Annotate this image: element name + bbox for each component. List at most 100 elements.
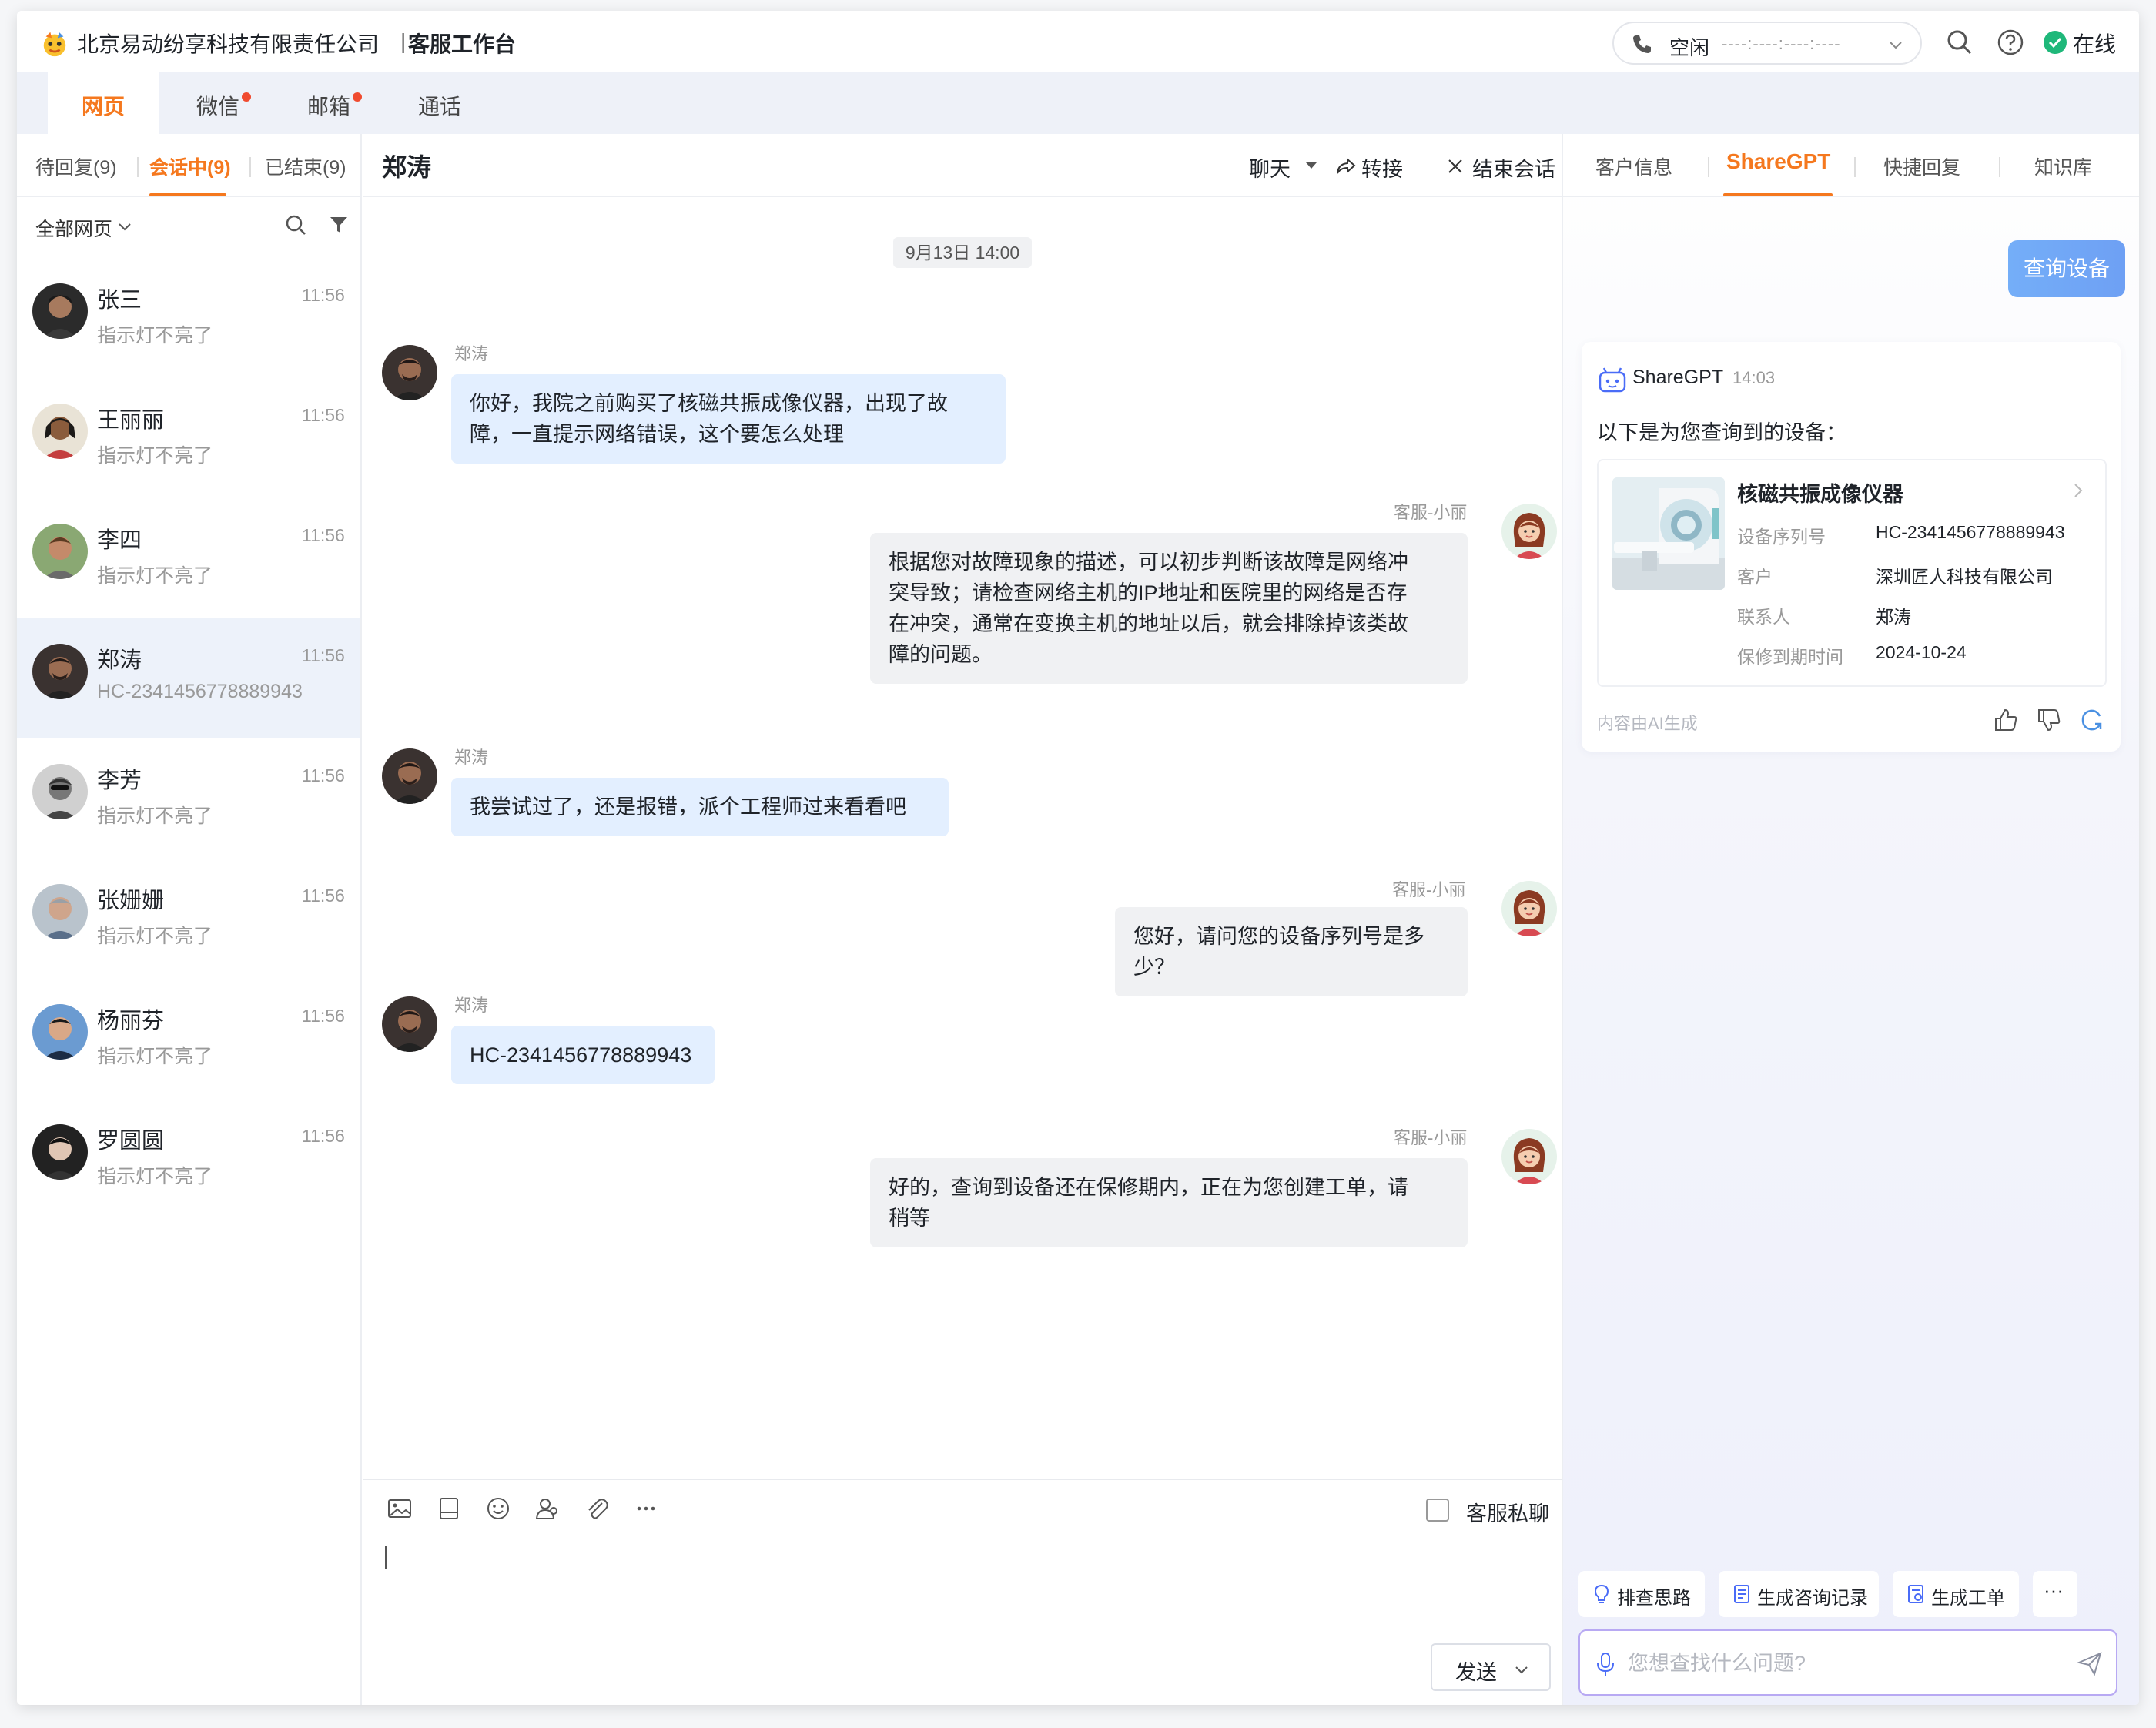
private-chat-checkbox[interactable] (1426, 1499, 1449, 1522)
tab-knowledge-base[interactable]: 知识库 (2034, 152, 2092, 180)
assistant-question-input[interactable] (1628, 1646, 2059, 1680)
user-card-icon[interactable] (534, 1495, 561, 1522)
field-key: 设备序列号 (1737, 527, 1826, 547)
contact-item[interactable]: 张三 11:56 指示灯不亮了 (17, 257, 360, 377)
filter-row: 全部网页 (17, 197, 360, 256)
contact-item[interactable]: 李四 11:56 指示灯不亮了 (17, 497, 360, 618)
contact-last-message: 指示灯不亮了 (97, 1166, 213, 1187)
forward-icon[interactable] (1335, 156, 1357, 177)
company-name: 北京易动纷享科技有限责任公司 (77, 32, 380, 56)
message-line: 您好，请问您的设备序列号是多少？ (1133, 925, 1424, 979)
app-title: 客服工作台 (408, 32, 517, 56)
message-line: 好的，查询到设备还在保修期内，正在为您创建工单，请 (889, 1176, 1408, 1199)
chip-troubleshoot[interactable]: 排查思路 (1578, 1571, 1705, 1617)
attachment-icon[interactable] (584, 1495, 610, 1522)
search-icon[interactable] (283, 213, 310, 239)
thumbs-up-icon[interactable] (1993, 707, 2019, 733)
caret-down-icon (1306, 162, 1317, 169)
tab-customer-info[interactable]: 客户信息 (1595, 152, 1672, 180)
more-icon[interactable] (633, 1495, 659, 1522)
contact-last-message: HC-2341456778889943 (97, 681, 303, 702)
contact-name: 杨丽芬 (97, 1009, 165, 1033)
field-value: HC-2341456778889943 (1876, 522, 2065, 542)
tab-quick-reply[interactable]: 快捷回复 (1883, 152, 1960, 180)
tab-call[interactable]: 通话 (397, 72, 482, 134)
chat-mode-dropdown[interactable]: 聊天 (1249, 152, 1291, 183)
contact-item[interactable]: 罗圆圆 11:56 指示灯不亮了 (17, 1098, 360, 1218)
channel-tabs: 网页 微信 邮箱 通话 (17, 72, 2139, 134)
close-icon[interactable] (1446, 157, 1465, 176)
text-cursor[interactable] (385, 1546, 387, 1569)
chevron-right-icon[interactable] (2068, 481, 2088, 501)
tab-email-label: 邮箱 (306, 95, 350, 119)
chat-contact-name: 郑涛 (382, 153, 432, 181)
divider (1854, 157, 1856, 177)
tab-pending[interactable]: 待回复(9) (35, 152, 117, 180)
message-line: 稍等 (889, 1207, 930, 1230)
document-icon (1734, 1585, 1749, 1603)
chat-panel: 郑涛 聊天 转接 结束会话 9月13日 14:00 郑涛 你好，我院之前购买了核… (363, 134, 1562, 1705)
mri-device-image (1612, 477, 1725, 590)
message-line: 在冲突，通常在变换主机的地址以后，就会排除掉该类故 (889, 612, 1408, 635)
call-timer: ----:----:----:---- (1722, 34, 1841, 53)
contact-name: 王丽丽 (97, 408, 165, 433)
contact-item[interactable]: 李芳 11:56 指示灯不亮了 (17, 738, 360, 858)
filter-dropdown[interactable]: 全部网页 (35, 214, 112, 242)
contact-item[interactable]: 杨丽芬 11:56 指示灯不亮了 (17, 978, 360, 1098)
avatar (32, 283, 88, 339)
help-icon[interactable] (1996, 28, 2025, 57)
contact-item[interactable]: 张姗姗 11:56 指示灯不亮了 (17, 858, 360, 978)
contact-last-message: 指示灯不亮了 (97, 1046, 213, 1067)
tab-ended[interactable]: 已结束(9) (265, 152, 346, 180)
chip-more[interactable]: ··· (2033, 1571, 2077, 1617)
assistant-tabs: 客户信息 ShareGPT 快捷回复 知识库 (1563, 134, 2139, 197)
contact-time: 11:56 (302, 285, 345, 305)
search-icon[interactable] (1945, 28, 1974, 57)
contact-time: 11:56 (302, 1126, 345, 1146)
image-icon[interactable] (387, 1495, 413, 1522)
avatar (32, 524, 88, 579)
emoji-icon[interactable] (485, 1495, 511, 1522)
message-line: 突导致；请检查网络主机的IP地址和医院里的网络是否存 (889, 581, 1408, 604)
regenerate-icon[interactable] (2079, 707, 2105, 733)
ai-timestamp: 14:03 (1732, 368, 1776, 387)
message-line: 障的问题。 (889, 643, 993, 666)
contact-time: 11:56 (302, 886, 345, 906)
send-button[interactable]: 发送 (1431, 1643, 1551, 1691)
tab-wechat[interactable]: 微信 (176, 72, 260, 134)
thumbs-down-icon[interactable] (2036, 707, 2062, 733)
message-line: HC-2341456778889943 (470, 1043, 692, 1067)
contact-name: 郑涛 (97, 648, 142, 673)
top-bar: 北京易动纷享科技有限责任公司 | 客服工作台 空闲 ----:----:----… (17, 11, 2139, 72)
transfer-button[interactable]: 转接 (1361, 152, 1403, 183)
end-session-button[interactable]: 结束会话 (1472, 152, 1555, 183)
tab-active[interactable]: 会话中(9) (149, 152, 231, 180)
contact-item[interactable]: 王丽丽 11:56 指示灯不亮了 (17, 377, 360, 497)
avatar (32, 1004, 88, 1060)
chip-label: 排查思路 (1617, 1588, 1691, 1609)
field-key: 联系人 (1737, 607, 1790, 627)
device-result-card[interactable]: 核磁共振成像仪器 设备序列号 HC-2341456778889943 客户 深圳… (1597, 459, 2107, 687)
contact-item-selected[interactable]: 郑涛 11:56 HC-2341456778889943 (17, 618, 360, 738)
chip-consult-record[interactable]: 生成咨询记录 (1719, 1571, 1879, 1617)
filter-icon[interactable] (328, 214, 350, 236)
message-sender: 郑涛 (454, 748, 489, 767)
assistant-ask-box (1578, 1629, 2118, 1696)
send-label: 发送 (1455, 1661, 1497, 1684)
screenshot-icon[interactable] (436, 1495, 462, 1522)
avatar (32, 764, 88, 819)
contact-last-message: 指示灯不亮了 (97, 445, 213, 467)
active-tab-underline (149, 193, 226, 196)
chevron-down-icon (1515, 1666, 1528, 1674)
tab-web[interactable]: 网页 (48, 72, 159, 134)
conversation-status-tabs: 待回复(9) 会话中(9) 已结束(9) (17, 134, 360, 197)
send-icon[interactable] (2076, 1649, 2104, 1677)
unread-badge (353, 92, 362, 102)
chip-create-ticket[interactable]: 生成工单 (1893, 1571, 2019, 1617)
call-status-dropdown[interactable]: 空闲 ----:----:----:---- (1612, 22, 1922, 65)
microphone-icon[interactable] (1594, 1651, 1617, 1677)
online-status-label[interactable]: 在线 (2073, 28, 2116, 59)
avatar (32, 404, 88, 459)
tab-sharegpt[interactable]: ShareGPT (1726, 149, 1830, 174)
tab-email[interactable]: 邮箱 (286, 72, 371, 134)
